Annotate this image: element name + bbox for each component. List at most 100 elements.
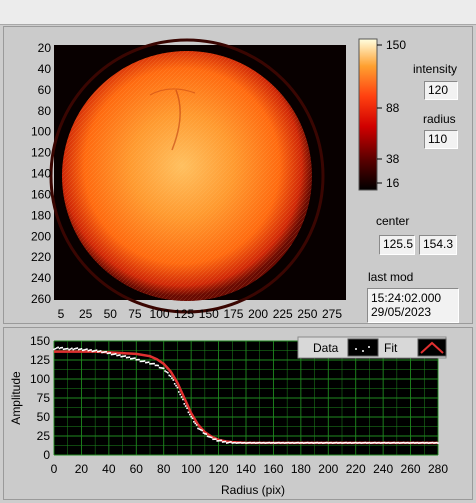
data-point	[106, 352, 109, 355]
data-point	[241, 442, 243, 444]
data-point	[298, 442, 301, 444]
image-x-tick-label: 250	[297, 307, 317, 321]
legend-data-marker	[368, 346, 370, 348]
radius-field[interactable]: 110	[424, 130, 458, 149]
data-point	[198, 428, 201, 430]
data-point	[387, 441, 390, 444]
data-point	[245, 442, 247, 444]
data-point	[121, 355, 124, 358]
data-point	[398, 442, 401, 444]
chart-y-tick-label: 50	[37, 410, 51, 424]
chart-x-tick-label: 260	[401, 462, 421, 476]
data-point	[364, 441, 367, 444]
image-x-tick-label: 175	[223, 307, 243, 321]
chart-y-tick-label: 0	[43, 448, 50, 462]
colorbar[interactable]	[358, 38, 378, 191]
image-x-tick-label: 225	[273, 307, 293, 321]
data-point	[305, 441, 308, 444]
data-point	[92, 350, 95, 352]
data-point	[88, 349, 91, 352]
data-point	[350, 442, 353, 444]
data-point	[342, 442, 345, 444]
data-point	[434, 442, 437, 444]
data-point	[249, 441, 251, 444]
data-point	[127, 356, 129, 359]
data-point	[172, 379, 175, 381]
chart-x-tick-label: 160	[263, 462, 283, 476]
data-point	[360, 442, 362, 444]
data-point	[239, 441, 242, 444]
center-y-field[interactable]: 154.3	[419, 235, 457, 255]
data-point	[116, 354, 118, 357]
data-point	[153, 362, 155, 365]
data-point	[394, 442, 397, 444]
data-point	[54, 347, 57, 350]
data-point	[430, 441, 432, 444]
data-point	[282, 441, 284, 444]
data-point	[156, 364, 158, 367]
data-point	[437, 442, 439, 444]
data-point	[205, 433, 208, 435]
data-point	[415, 442, 417, 444]
chart-x-tick-label: 200	[318, 462, 338, 476]
legend-data-label: Data	[313, 341, 339, 355]
intensity-field[interactable]: 120	[424, 81, 458, 100]
data-point	[411, 441, 413, 444]
data-point	[112, 353, 114, 356]
chart-x-tick-label: 180	[291, 462, 311, 476]
legend-fit-swatch[interactable]	[417, 338, 447, 357]
image-x-axis: 5 25 50 75 100 125 150 175 200 225 250 275	[58, 307, 343, 321]
data-point	[150, 362, 153, 365]
center-x-field[interactable]: 125.5	[379, 235, 415, 255]
data-point	[269, 442, 272, 444]
data-point	[433, 442, 435, 444]
chart-x-axis: 0 20 40 60 80 100 120 140 160 180 200 220 240 260 280	[51, 462, 449, 476]
data-point	[308, 442, 310, 444]
colorbar-min: 16	[386, 176, 400, 190]
data-point	[293, 442, 295, 444]
data-point	[236, 442, 239, 444]
data-point	[374, 441, 376, 444]
last-mod-field[interactable]: 15:24:02.000 29/05/2023	[367, 288, 459, 323]
data-point	[154, 364, 157, 367]
data-point	[143, 360, 146, 362]
data-point	[268, 441, 271, 444]
data-point	[197, 427, 199, 430]
chart-x-tick-label: 140	[236, 462, 256, 476]
image-x-tick-label: 100	[150, 307, 170, 321]
data-point	[402, 441, 405, 444]
data-point	[401, 441, 404, 444]
data-point	[435, 441, 438, 444]
data-point	[287, 441, 290, 444]
data-point	[309, 442, 312, 444]
chart-x-tick-label: 0	[51, 462, 58, 476]
data-point	[230, 441, 232, 443]
data-point	[167, 371, 169, 374]
image-y-tick-label: 180	[31, 208, 51, 222]
data-point	[382, 441, 384, 444]
data-point	[202, 432, 205, 434]
data-point	[324, 441, 327, 444]
data-point	[242, 442, 245, 444]
data-point	[353, 441, 356, 444]
data-point	[90, 349, 92, 351]
data-point	[190, 415, 192, 418]
data-point	[280, 442, 283, 444]
chart-x-tick-label: 60	[130, 462, 144, 476]
image-y-tick-label: 260	[31, 292, 51, 306]
center-label: center	[376, 214, 410, 228]
data-point	[317, 442, 320, 444]
data-point	[193, 420, 195, 423]
data-point	[191, 417, 194, 420]
legend-data-swatch[interactable]	[347, 338, 379, 357]
data-point	[165, 371, 168, 373]
data-point	[95, 349, 98, 352]
data-point	[383, 441, 386, 444]
data-point	[102, 351, 105, 354]
data-point	[64, 348, 66, 350]
data-point	[86, 348, 88, 350]
data-point	[238, 441, 240, 444]
data-point	[217, 440, 220, 442]
data-point	[204, 432, 206, 435]
last-mod-label: last mod	[368, 270, 414, 284]
